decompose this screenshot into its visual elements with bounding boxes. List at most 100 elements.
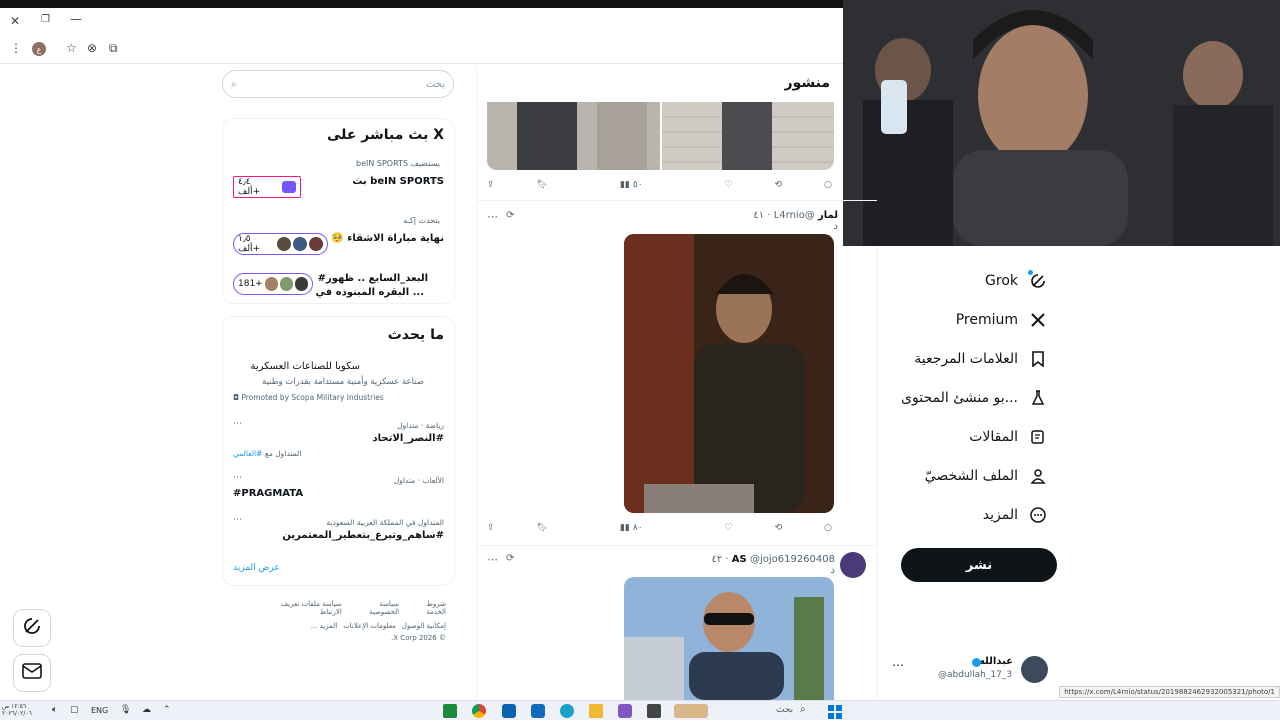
- live-third-title-1[interactable]: البعد_السابع .. ظهور#: [318, 273, 428, 284]
- account-switcher[interactable]: ⋯ عبدالله @abdullah_17_3: [888, 654, 1053, 684]
- nav-articles[interactable]: المقالات: [969, 425, 1048, 449]
- nav-profile[interactable]: الملف الشخصيّ: [925, 464, 1048, 488]
- nav-creator-studio[interactable]: ...بو منشئ المحتوى: [901, 386, 1048, 410]
- folder-icon[interactable]: [589, 704, 603, 718]
- footer-row-2: إمكانية الوصول معلومات الإعلانات المزيد …: [258, 622, 446, 630]
- trend-name[interactable]: #PRAGMATA: [233, 488, 303, 499]
- app-icon[interactable]: [502, 704, 516, 718]
- tab-bar: ✕ ❐ —: [0, 8, 843, 36]
- nav-more[interactable]: المزيد: [983, 503, 1048, 527]
- live-stream-avatar: [282, 181, 296, 193]
- promo-by: Promoted by Scopa Military Industries: [241, 393, 384, 402]
- bookmark-icon[interactable]: 🔖︎: [537, 523, 548, 533]
- trend-more-icon[interactable]: ⋯: [233, 473, 242, 483]
- like-icon[interactable]: ♡: [725, 523, 733, 533]
- cloud-icon[interactable]: ☁︎: [142, 705, 151, 715]
- messages-floating-button[interactable]: [13, 654, 51, 692]
- post2-author-name[interactable]: لمار: [818, 210, 838, 221]
- search-input[interactable]: ⌕ بحث: [222, 70, 454, 98]
- like-icon[interactable]: ♡: [725, 180, 733, 190]
- chrome-icon[interactable]: [472, 704, 486, 718]
- post-more-icon[interactable]: ⋯: [487, 210, 498, 223]
- nav-grok-label: Grok: [985, 273, 1018, 289]
- footer-link[interactable]: سياسة الخصوصية: [348, 600, 399, 616]
- footer-link[interactable]: المزيد ...: [311, 622, 338, 630]
- post3-avatar[interactable]: [840, 552, 866, 578]
- post-button[interactable]: نشر: [901, 548, 1057, 582]
- minimize-window-button[interactable]: —: [70, 12, 82, 26]
- post2-image[interactable]: [624, 234, 834, 513]
- trend-name[interactable]: #النصر_الاتحاد: [373, 433, 444, 444]
- live-stream-join-button[interactable]: ٤٫٤ ألف+: [233, 176, 301, 198]
- nav-bookmarks[interactable]: العلامات المرجعية: [914, 347, 1048, 371]
- nav-grok[interactable]: Grok: [985, 269, 1048, 293]
- post3-author-name[interactable]: AS: [732, 554, 747, 565]
- trend-more-icon[interactable]: ⋯: [233, 515, 242, 525]
- post1-image-left[interactable]: [487, 102, 660, 170]
- views-value: ٥٠: [632, 180, 643, 190]
- live-third-join-button[interactable]: 181+: [233, 273, 313, 295]
- trend-name[interactable]: #ساهم_وتبرع_بتعطير_المعتمرين: [282, 530, 444, 541]
- restore-window-button[interactable]: ❐: [41, 14, 50, 25]
- clock-time: ١٢:٥٦ ص: [2, 703, 27, 710]
- chevron-up-icon[interactable]: ⌃: [163, 705, 171, 715]
- window-top-bar: [0, 0, 843, 8]
- live-talk-join-button[interactable]: ١٫٥ ألف+: [233, 233, 328, 255]
- bookmark-icon[interactable]: 🔖︎: [537, 180, 548, 190]
- language-indicator[interactable]: ENG: [91, 706, 108, 715]
- footer-link[interactable]: شروط الخدمة: [405, 600, 446, 616]
- show-more-link[interactable]: عرض المزيد: [233, 563, 280, 573]
- footer-link[interactable]: معلومات الإعلانات: [343, 622, 396, 630]
- trend-extra-tag[interactable]: #العالمي: [233, 449, 262, 458]
- screen-icon[interactable]: ▢: [70, 705, 79, 715]
- listener-avatar: [294, 277, 309, 291]
- reply-icon[interactable]: ○: [824, 180, 832, 190]
- windows-start-icon[interactable]: [828, 704, 842, 719]
- views-count[interactable]: ▮▮ ٥٠: [620, 180, 643, 190]
- live-stream-title[interactable]: beIN SPORTS بث: [352, 176, 444, 187]
- app-icon[interactable]: [647, 704, 661, 718]
- volume-icon[interactable]: 🔈︎: [52, 705, 57, 715]
- clock[interactable]: ١٢:٥٦ ص ٢٠٢٦/٠٢/٠٦: [2, 703, 32, 717]
- post1-image-right[interactable]: [662, 102, 834, 170]
- app-icon[interactable]: [618, 704, 632, 718]
- post2-author-handle[interactable]: @L4rnio: [774, 210, 815, 221]
- post-more-icon[interactable]: ⋯: [487, 553, 498, 566]
- search-icon[interactable]: ⌕: [800, 704, 806, 715]
- views-icon: ▮▮: [619, 523, 630, 533]
- live-third-title-2[interactable]: ... البقره المبنوذه في: [316, 287, 424, 298]
- bookmark-star-icon[interactable]: ☆: [66, 41, 77, 55]
- share-icon[interactable]: ⇪: [487, 180, 495, 190]
- share-icon[interactable]: ⇪: [487, 523, 495, 533]
- grok-icon[interactable]: ⟳: [506, 553, 514, 564]
- share-icon[interactable]: ⧉: [109, 41, 118, 56]
- promo-title[interactable]: سكوبا للصناعات العسكرية: [250, 361, 360, 372]
- close-window-button[interactable]: ✕: [10, 14, 20, 28]
- repost-icon[interactable]: ⟲: [775, 523, 783, 533]
- app-icon[interactable]: [443, 704, 457, 718]
- post3-image[interactable]: [624, 577, 834, 700]
- trend-more-icon[interactable]: ⋯: [233, 419, 242, 429]
- trend-category: المتداول في المملكة العربية السعودية: [326, 518, 444, 527]
- mic-icon[interactable]: 🎙︎: [120, 705, 131, 715]
- post3-author-handle[interactable]: @jojo619260408: [750, 554, 835, 565]
- views-count[interactable]: ▮▮ ٨٠: [620, 523, 643, 533]
- search-highlight-image[interactable]: [674, 704, 708, 718]
- profile-avatar[interactable]: ع: [32, 42, 46, 56]
- reply-icon[interactable]: ○: [824, 523, 832, 533]
- nav-premium[interactable]: Premium: [956, 308, 1048, 332]
- extension-icon[interactable]: ⊗: [87, 41, 97, 55]
- footer-link[interactable]: إمكانية الوصول: [402, 622, 446, 630]
- account-more-icon[interactable]: ⋯: [892, 658, 904, 672]
- grok-floating-button[interactable]: [13, 609, 51, 647]
- grok-icon[interactable]: ⟳: [506, 210, 514, 221]
- edge-icon[interactable]: [560, 704, 574, 718]
- taskbar-search-placeholder[interactable]: بحث: [776, 705, 793, 715]
- trend-extra-label: المتداول مع: [264, 449, 302, 458]
- footer-link[interactable]: سياسة ملفات تعريف الارتباط: [258, 600, 342, 616]
- store-icon[interactable]: [531, 704, 545, 718]
- browser-menu-icon[interactable]: ⋮: [10, 41, 22, 55]
- live-talk-title[interactable]: نهاية مباراة الاشقاء 🥺: [331, 233, 444, 244]
- repost-icon[interactable]: ⟲: [775, 180, 783, 190]
- whats-happening-title: ما يحدث: [387, 327, 444, 343]
